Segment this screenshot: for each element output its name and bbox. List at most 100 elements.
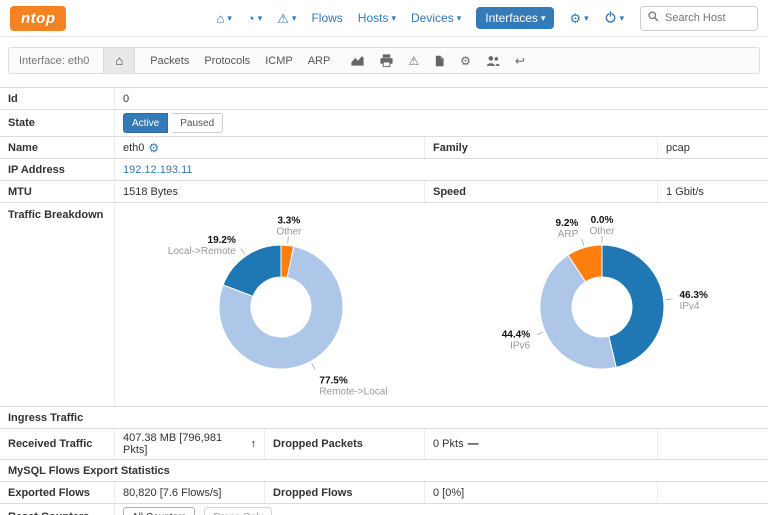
ntop-logo[interactable]: ntop bbox=[10, 6, 66, 31]
exported-flows-value: 80,820 [7.6 Flows/s] bbox=[115, 482, 265, 503]
ingress-traffic-header: Ingress Traffic bbox=[0, 407, 768, 428]
donut-slice-percent: 44.4% bbox=[502, 329, 530, 340]
tab-packets[interactable]: Packets bbox=[150, 55, 189, 67]
state-paused-button[interactable]: Paused bbox=[172, 113, 223, 133]
ip-address-link[interactable]: 192.12.193.11 bbox=[123, 164, 193, 176]
traffic-direction-donut: 3.3%Other77.5%Remote->Local19.2%Local->R… bbox=[131, 207, 431, 403]
alert-triangle-icon: ⚠ bbox=[277, 12, 289, 25]
empty-cell bbox=[658, 429, 768, 459]
mtu-value: 1518 Bytes bbox=[115, 181, 425, 202]
ntop-logo-text: ntop bbox=[21, 10, 55, 27]
mtu-label: MTU bbox=[0, 181, 115, 202]
area-chart-icon[interactable] bbox=[350, 53, 365, 68]
nav-devices[interactable]: Devices ▾ bbox=[411, 11, 461, 25]
nav-flows[interactable]: Flows bbox=[311, 11, 342, 25]
search-icon bbox=[647, 10, 660, 26]
speed-value: 1 Gbit/s bbox=[658, 181, 768, 202]
donut-slice-percent: 9.2% bbox=[555, 218, 578, 229]
toolbar-icon-group: ⚠ ⚙ ↩ bbox=[350, 53, 525, 68]
nav-hosts-label: Hosts bbox=[358, 11, 389, 25]
interface-toolbar: Interface: eth0 ⌂ Packets Protocols ICMP… bbox=[8, 47, 760, 74]
nav-interfaces-label: Interfaces bbox=[485, 11, 538, 25]
donut-slice-name: Other bbox=[277, 226, 303, 237]
nav-dashboard[interactable]: ◔ ▾ bbox=[247, 12, 262, 25]
traffic-protocol-donut: 0.0%Other46.3%IPv444.4%IPv69.2%ARP bbox=[452, 207, 752, 403]
donut-slice-name: Other bbox=[589, 226, 615, 237]
dropped-packets-value: 0 Pkts bbox=[433, 438, 464, 450]
state-active-button[interactable]: Active bbox=[123, 113, 168, 133]
reset-all-counters-button[interactable]: All Counters bbox=[123, 507, 195, 515]
caret-down-icon: ▾ bbox=[391, 14, 396, 23]
dropped-packets-label: Dropped Packets bbox=[265, 429, 425, 459]
dropped-flows-label: Dropped Flows bbox=[265, 482, 425, 503]
family-value: pcap bbox=[658, 137, 768, 158]
table-row-state: State ActivePaused bbox=[0, 110, 768, 137]
dropped-flows-value: 0 [0%] bbox=[425, 482, 658, 503]
donut-slice-percent: 46.3% bbox=[679, 290, 707, 301]
speed-label: Speed bbox=[425, 181, 658, 202]
caret-down-icon: ▾ bbox=[292, 14, 297, 23]
donut-label-line bbox=[288, 236, 289, 243]
nav-hosts[interactable]: Hosts ▾ bbox=[358, 11, 396, 25]
nav-home[interactable]: ⌂ ▾ bbox=[216, 12, 231, 25]
donut-label-line bbox=[665, 298, 672, 299]
nav-power[interactable]: ▾ bbox=[604, 10, 625, 27]
donut-label-line bbox=[241, 248, 245, 254]
minus-icon: — bbox=[468, 438, 479, 450]
tab-overview[interactable]: ⌂ bbox=[103, 48, 135, 73]
exported-flows-label: Exported Flows bbox=[0, 482, 115, 503]
dashboard-icon: ◔ bbox=[247, 12, 255, 25]
table-row-id: Id 0 bbox=[0, 88, 768, 110]
reset-drops-only-button[interactable]: Drops Only bbox=[204, 507, 272, 515]
donut-slice-percent: 19.2% bbox=[208, 234, 236, 245]
table-row-received: Received Traffic 407.38 MB [796,981 Pkts… bbox=[0, 429, 768, 460]
users-icon[interactable] bbox=[485, 54, 501, 68]
donut-label-line bbox=[581, 238, 583, 245]
interface-label: Interface: eth0 bbox=[19, 55, 89, 67]
caret-down-icon: ▾ bbox=[541, 14, 546, 23]
mysql-export-header: MySQL Flows Export Statistics bbox=[0, 460, 768, 481]
nav-devices-label: Devices bbox=[411, 11, 454, 25]
home-icon: ⌂ bbox=[216, 12, 224, 25]
nav-alerts[interactable]: ⚠ ▾ bbox=[277, 12, 296, 25]
document-icon[interactable] bbox=[433, 54, 446, 68]
traffic-breakdown-label: Traffic Breakdown bbox=[0, 203, 115, 406]
table-row-exported: Exported Flows 80,820 [7.6 Flows/s] Drop… bbox=[0, 482, 768, 504]
power-icon bbox=[604, 10, 617, 27]
nav-interfaces[interactable]: Interfaces ▾ bbox=[476, 7, 554, 29]
gear-icon[interactable]: ⚙ bbox=[460, 55, 471, 67]
table-row-traffic-breakdown: Traffic Breakdown 3.3%Other77.5%Remote->… bbox=[0, 203, 768, 407]
table-row-reset: Reset Counters All Counters Drops Only bbox=[0, 504, 768, 515]
donut-slice-percent: 0.0% bbox=[590, 215, 613, 226]
tab-protocols[interactable]: Protocols bbox=[204, 55, 250, 67]
alert-triangle-icon[interactable]: ⚠ bbox=[408, 55, 419, 67]
caret-down-icon: ▾ bbox=[457, 14, 462, 23]
top-navbar: ntop ⌂ ▾ ◔ ▾ ⚠ ▾ Flows Hosts ▾ Devices ▾… bbox=[0, 0, 768, 37]
nav-settings[interactable]: ⚙ ▾ bbox=[569, 12, 588, 25]
table-row-ingress-header: Ingress Traffic bbox=[0, 407, 768, 429]
nav-flows-label: Flows bbox=[311, 11, 342, 25]
donut-slice-percent: 77.5% bbox=[320, 375, 348, 386]
family-label: Family bbox=[425, 137, 658, 158]
reset-counters-buttons: All Counters Drops Only bbox=[115, 504, 768, 515]
configure-interface-icon[interactable]: ⚙ bbox=[148, 141, 159, 155]
received-traffic-value-cell: 407.38 MB [796,981 Pkts] ↑ bbox=[115, 429, 265, 459]
received-traffic-value: 407.38 MB [796,981 Pkts] bbox=[123, 432, 247, 456]
name-label: Name bbox=[0, 137, 115, 158]
tab-icmp[interactable]: ICMP bbox=[265, 55, 293, 67]
caret-down-icon: ▾ bbox=[227, 14, 232, 23]
ip-value-cell: 192.12.193.11 bbox=[115, 159, 768, 180]
donut-slice-name: IPv4 bbox=[679, 301, 699, 312]
search-input[interactable] bbox=[665, 12, 747, 24]
tab-arp[interactable]: ARP bbox=[308, 55, 331, 67]
donut-slice-name: Remote->Local bbox=[320, 386, 388, 397]
undo-icon[interactable]: ↩ bbox=[515, 55, 525, 67]
donut-label-line bbox=[536, 332, 542, 335]
interface-details-table: Id 0 State ActivePaused Name eth0 ⚙ Fami… bbox=[0, 87, 768, 515]
reset-counters-label: Reset Counters bbox=[0, 504, 115, 515]
printer-icon[interactable] bbox=[379, 53, 394, 68]
caret-down-icon: ▾ bbox=[584, 14, 589, 23]
gear-icon: ⚙ bbox=[569, 12, 581, 25]
table-row-name: Name eth0 ⚙ Family pcap bbox=[0, 137, 768, 159]
table-row-mtu: MTU 1518 Bytes Speed 1 Gbit/s bbox=[0, 181, 768, 203]
